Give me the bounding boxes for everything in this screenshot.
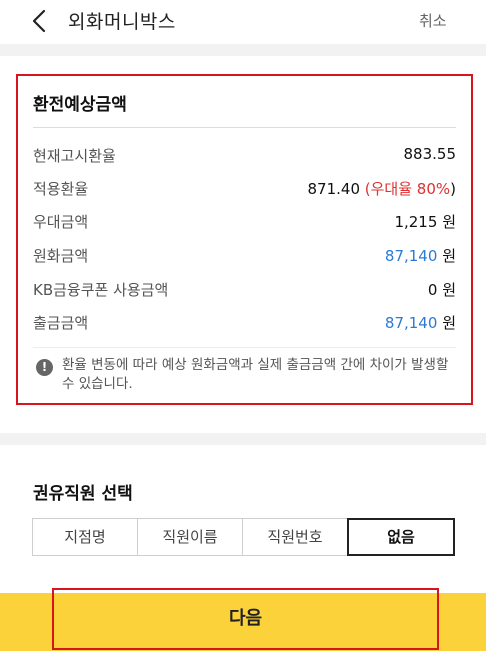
unit: 원	[442, 281, 456, 299]
amount: 1,215	[394, 213, 438, 231]
row-coupon-amount: KB금융쿠폰 사용금액 0 원	[33, 279, 456, 303]
unit: 원	[442, 247, 456, 265]
row-label: KB금융쿠폰 사용금액	[33, 281, 169, 299]
row-label: 우대금액	[33, 213, 89, 231]
exclamation-icon: !	[36, 359, 53, 376]
row-value: 87,140 원	[385, 312, 456, 333]
row-krw-amount: 원화금액 87,140 원	[33, 245, 456, 269]
row-value: 0 원	[428, 279, 456, 300]
section-divider	[0, 44, 486, 56]
row-applied-rate: 적용환율 871.40 (우대율 80%)	[33, 178, 456, 202]
applied-rate-value: 871.40	[307, 180, 365, 198]
row-label: 출금금액	[33, 314, 89, 332]
section-divider	[0, 433, 486, 445]
staff-selector: 지점명 직원이름 직원번호 없음	[32, 518, 455, 556]
row-value: 871.40 (우대율 80%)	[308, 178, 457, 199]
page-title: 외화머니박스	[68, 11, 176, 33]
amount: 87,140	[384, 247, 438, 265]
notice-text: 환율 변동에 따라 예상 원화금액과 실제 출금금액 간에 차이가 발생할 수 …	[62, 357, 449, 392]
row-label: 원화금액	[33, 247, 89, 265]
discount-close-paren: )	[450, 180, 456, 198]
row-current-rate: 현재고시환율 883.55	[33, 145, 456, 169]
row-value: 1,215 원	[394, 211, 456, 232]
back-arrow-icon[interactable]	[30, 8, 50, 34]
unit: 원	[442, 314, 456, 332]
discount-rate: 우대율 80%	[370, 180, 451, 198]
estimate-title: 환전예상금액	[33, 95, 127, 115]
cancel-button[interactable]: 취소	[419, 10, 447, 31]
row-discount-amount: 우대금액 1,215 원	[33, 211, 456, 235]
staff-option-name[interactable]: 직원이름	[137, 518, 242, 556]
staff-option-branch[interactable]: 지점명	[32, 518, 137, 556]
amount: 0	[427, 281, 438, 299]
unit: 원	[442, 213, 456, 231]
app-header: 외화머니박스 취소	[0, 0, 486, 44]
estimate-divider	[33, 127, 456, 128]
staff-option-number[interactable]: 직원번호	[242, 518, 347, 556]
amount: 87,140	[384, 314, 438, 332]
row-label: 적용환율	[33, 180, 89, 198]
staff-section-title: 권유직원 선택	[33, 484, 133, 504]
row-value: 87,140 원	[385, 245, 456, 266]
row-withdrawal-amount: 출금금액 87,140 원	[33, 312, 456, 336]
row-value: 883.55	[403, 145, 457, 163]
notice-divider	[33, 347, 456, 348]
row-label: 현재고시환율	[33, 147, 116, 165]
staff-option-none[interactable]: 없음	[347, 518, 455, 556]
next-button[interactable]: 다음	[52, 588, 439, 650]
